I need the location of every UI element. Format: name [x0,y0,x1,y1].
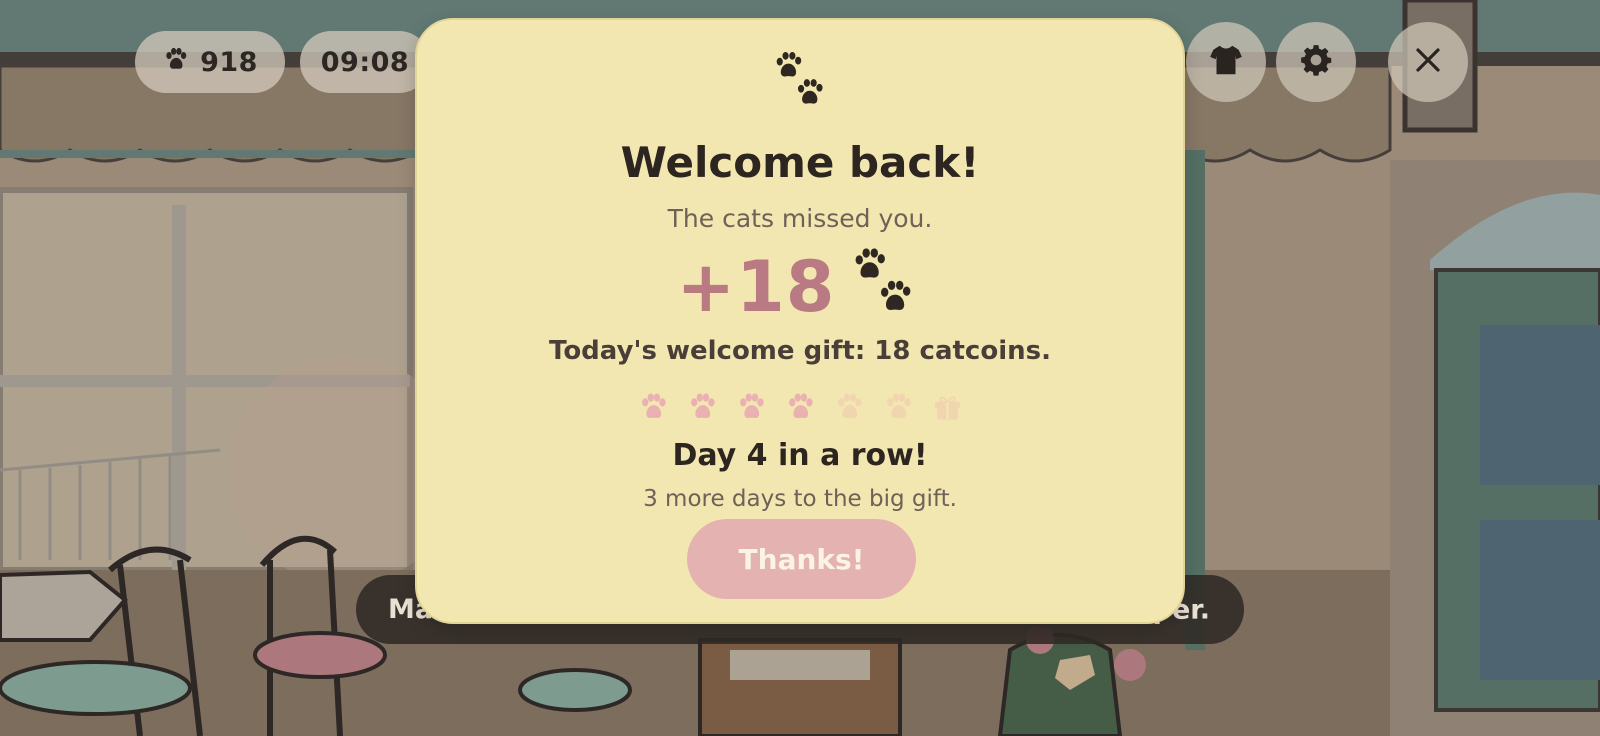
streak-paw-empty-icon [837,393,862,418]
close-button[interactable] [1388,22,1468,102]
welcome-back-dialog: Welcome back! The cats missed you. +18 T… [415,18,1185,624]
gift-icon [934,396,960,420]
close-icon [1413,45,1443,79]
streak-title: Day 4 in a row! [672,438,928,473]
thanks-button[interactable]: Thanks! [687,519,916,599]
coin-count: 918 [200,46,258,78]
streak-tracker [417,390,1183,426]
paw-prints-icon [855,248,910,310]
gear-icon [1299,43,1333,81]
streak-paw-filled-icon [641,393,666,418]
clock-time: 09:08 [320,46,410,78]
reward-amount: +18 [676,246,836,328]
dialog-subtitle: The cats missed you. [667,204,933,233]
wardrobe-button[interactable] [1186,22,1266,102]
paw-icon [162,45,190,80]
reward-row: +18 [417,242,1183,332]
streak-paw-filled-icon [788,393,813,418]
streak-paw-filled-icon [739,393,764,418]
streak-paw-empty-icon [886,393,911,418]
coin-counter: 918 [135,31,285,93]
dialog-title: Welcome back! [620,138,980,187]
paw-prints-icon [776,51,823,104]
clock: 09:08 [300,31,430,93]
settings-button[interactable] [1276,22,1356,102]
streak-subtitle: 3 more days to the big gift. [643,486,957,512]
gift-text: Today's welcome gift: 18 catcoins. [549,336,1051,366]
streak-paw-filled-icon [690,393,715,418]
shirt-icon [1207,41,1245,83]
